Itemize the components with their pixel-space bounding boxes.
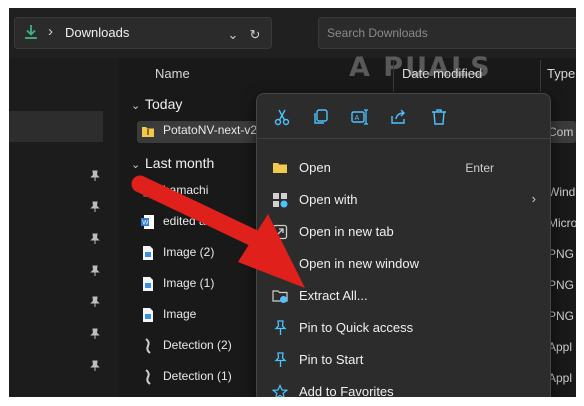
context-menu: A Open Enter Open with › Open in new tab… [256,93,551,397]
menu-item-label: Extract All... [299,288,368,303]
navigation-pane [9,58,119,397]
extract-icon [272,290,288,303]
list-item[interactable]: Detection (1) [141,369,232,389]
pin-icon[interactable] [89,170,101,182]
menu-item-extract-all[interactable]: Extract All... [257,281,550,311]
share-icon[interactable] [389,107,409,127]
chevron-down-icon[interactable]: ⌄ [223,25,243,45]
list-item[interactable]: Image (2) [141,245,214,265]
file-type: PNG [548,278,575,292]
search-placeholder: Search Downloads [327,26,428,40]
new-window-icon [272,256,288,272]
pin-icon [274,320,287,335]
pin-icon[interactable] [89,201,101,213]
menu-divider [257,138,550,139]
image-file-icon [143,277,153,291]
menu-item-open[interactable]: Open Enter [257,153,550,183]
file-name: Image (2) [163,245,215,260]
delete-icon[interactable] [429,107,449,127]
file-type: Micro [548,216,576,230]
column-header-type[interactable]: Type [547,66,575,81]
file-name: Image (1) [163,276,215,291]
breadcrumb-separator: › [48,23,53,40]
menu-item-label: Open in new window [299,256,419,271]
file-type: Appl [548,340,573,354]
menu-item-open-new-tab[interactable]: Open in new tab [257,217,550,247]
menu-item-open-with[interactable]: Open with › [257,185,550,215]
list-item[interactable]: Wedited article [141,214,231,234]
refresh-icon[interactable]: ↻ [245,25,265,45]
address-bar[interactable]: › Downloads ⌄ ↻ [14,17,272,49]
pin-icon[interactable] [89,360,101,372]
copy-icon[interactable] [311,107,331,127]
pin-icon [274,352,287,367]
breadcrumb-downloads[interactable]: Downloads [65,25,129,40]
file-name: Detection (2) [163,338,232,353]
menu-item-add-favorites[interactable]: Add to Favorites [257,377,550,397]
star-icon [272,384,288,397]
group-header-last-month[interactable]: ⌄ Last month [131,155,214,171]
image-file-icon [143,308,153,322]
chevron-down-icon: ⌄ [131,100,141,112]
image-file-icon [143,246,153,260]
setup-icon [143,185,153,197]
cut-icon[interactable] [272,107,292,127]
open-with-icon [273,193,288,208]
list-item[interactable]: hamachi [141,183,208,203]
menu-item-pin-start[interactable]: Pin to Start [257,345,550,375]
pin-icon[interactable] [89,265,101,277]
app-icon [145,338,151,354]
chevron-down-icon: ⌄ [131,159,141,171]
toolbar: › Downloads ⌄ ↻ Search Downloads [9,8,576,58]
group-label: Last month [145,155,215,171]
list-item[interactable]: Image (1) [141,276,214,296]
pin-icon[interactable] [89,233,101,245]
file-type: Com [548,125,574,139]
group-label: Today [145,96,183,112]
menu-item-label: Open [299,160,331,175]
rename-icon[interactable]: A [350,107,370,127]
chevron-right-icon: › [531,191,536,206]
menu-item-label: Open with [299,192,358,207]
list-item[interactable]: Detection (2) [141,338,232,358]
file-name: hamachi [163,183,209,198]
file-name: Image [163,307,197,322]
menu-item-label: Pin to Start [299,352,364,367]
download-icon [25,25,37,39]
shortcut-label: Enter [465,161,494,175]
file-type: Appl [548,371,573,385]
column-header-date[interactable]: Date modified [402,66,482,81]
menu-item-label: Add to Favorites [299,384,394,397]
pin-icon[interactable] [89,328,101,340]
file-name: Detection (1) [163,369,232,384]
menu-item-open-new-window[interactable]: Open in new window [257,249,550,279]
menu-item-label: Pin to Quick access [299,320,414,335]
new-tab-icon [272,224,288,240]
list-item[interactable]: PotatoNV-next-v2 [141,123,257,143]
group-header-today[interactable]: ⌄ Today [131,96,182,112]
search-input[interactable]: Search Downloads [318,17,576,49]
column-header-name[interactable]: Name [155,66,190,81]
list-item[interactable]: Image [141,307,196,327]
app-icon [145,369,151,385]
svg-text:W: W [142,220,149,227]
zip-folder-icon [142,127,154,137]
column-divider[interactable] [393,60,394,92]
nav-selected-item[interactable] [9,111,103,142]
folder-icon [273,163,287,173]
file-explorer-window: › Downloads ⌄ ↻ Search Downloads A PUALS… [9,8,576,397]
menu-item-pin-quick-access[interactable]: Pin to Quick access [257,313,550,343]
svg-text:A: A [355,115,360,122]
file-type: PNG [548,247,575,261]
column-divider[interactable] [540,60,541,92]
file-name: PotatoNV-next-v2 [163,123,258,138]
pin-icon[interactable] [89,296,101,308]
file-type: Wind [548,185,576,199]
file-type: PNG [548,309,575,323]
file-name: edited article [163,214,232,229]
menu-item-label: Open in new tab [299,224,394,239]
word-doc-icon: W [141,215,154,229]
